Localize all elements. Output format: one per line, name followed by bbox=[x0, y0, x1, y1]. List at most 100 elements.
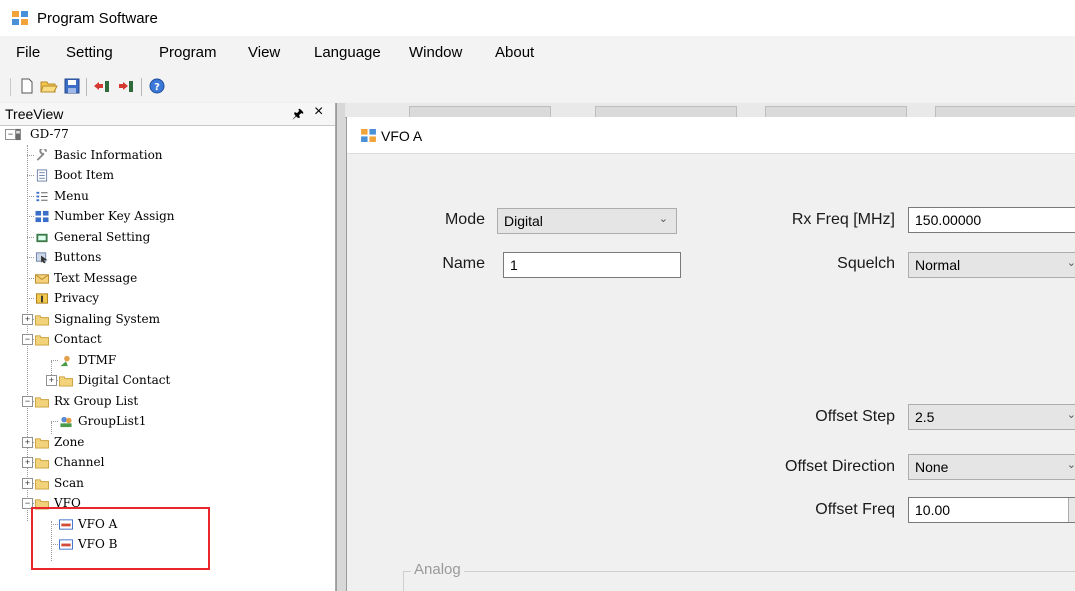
rx-freq-input[interactable]: 150.00000 bbox=[908, 207, 1075, 233]
toolbar-separator bbox=[86, 78, 87, 96]
document-tab[interactable] bbox=[935, 106, 1075, 117]
tree-node-channel[interactable]: Channel bbox=[34, 453, 104, 472]
tree-node-signaling-system[interactable]: Signaling System bbox=[34, 310, 160, 329]
expand-icon[interactable]: + bbox=[22, 457, 33, 468]
vfo-window-titlebar: VFO A bbox=[347, 117, 1075, 154]
offset-freq-value: 10.00 bbox=[915, 502, 951, 518]
tree-node-privacy[interactable]: Privacy bbox=[34, 289, 99, 308]
tree-node-label: General Setting bbox=[54, 229, 151, 244]
app-icon bbox=[12, 11, 28, 25]
chevron-down-icon: ⌄ bbox=[1066, 257, 1075, 269]
person-icon bbox=[60, 355, 70, 366]
tree-node-rx-group-list[interactable]: Rx Group List bbox=[34, 392, 138, 411]
tree-node-label: DTMF bbox=[78, 352, 117, 367]
tree-node-text-message[interactable]: Text Message bbox=[34, 269, 137, 288]
collapse-icon[interactable]: − bbox=[22, 334, 33, 345]
help-icon[interactable]: ? bbox=[148, 78, 166, 94]
menu-view[interactable]: View bbox=[248, 44, 280, 61]
squelch-value: Normal bbox=[915, 257, 961, 273]
tree-connector bbox=[27, 175, 34, 176]
title-bar: Program Software bbox=[0, 0, 1075, 36]
menu-list-icon bbox=[36, 191, 48, 201]
write-to-radio-icon[interactable] bbox=[117, 78, 135, 94]
menu-setting[interactable]: Setting bbox=[66, 44, 113, 61]
tree-view-panel: TreeView 🖈 × GD-77 − Basic Information Boot… bbox=[0, 103, 336, 591]
open-folder-icon[interactable] bbox=[40, 78, 58, 94]
vfo-form: Mode Digital ⌄ Name 1 Rx Freq [MHz] 150.… bbox=[347, 154, 1075, 591]
tree-node-gd-77[interactable]: GD-77 bbox=[10, 125, 69, 144]
menu-about[interactable]: About bbox=[495, 44, 534, 61]
tree-node-label: Channel bbox=[54, 455, 105, 469]
read-from-radio-icon[interactable] bbox=[93, 78, 111, 94]
tree-node-grouplist1[interactable]: GroupList1 bbox=[58, 412, 146, 431]
offset-freq-input[interactable]: 10.00 bbox=[908, 497, 1075, 523]
folder-icon bbox=[35, 458, 49, 469]
analog-group-border bbox=[403, 571, 404, 591]
tree-node-label: Scan bbox=[54, 475, 84, 490]
close-tree-button[interactable]: × bbox=[314, 103, 323, 121]
document-tab[interactable] bbox=[765, 106, 907, 117]
mode-label: Mode bbox=[444, 211, 485, 228]
menu-file[interactable]: File bbox=[16, 44, 40, 61]
menu-window[interactable]: Window bbox=[409, 44, 462, 61]
mode-select[interactable]: Digital ⌄ bbox=[497, 208, 677, 234]
offset-freq-label: Offset Freq bbox=[815, 501, 895, 518]
tree-node-scan[interactable]: Scan bbox=[34, 474, 84, 493]
expand-icon[interactable]: + bbox=[22, 436, 33, 448]
tree-node-boot-item[interactable]: Boot Item bbox=[34, 166, 114, 185]
name-value: 1 bbox=[510, 257, 518, 273]
offset-direction-select[interactable]: None ⌄ bbox=[908, 454, 1075, 480]
pin-icon[interactable]: 🖈 bbox=[292, 105, 304, 127]
envelope-icon bbox=[35, 273, 49, 284]
tree-node-label: Digital Contact bbox=[78, 373, 171, 387]
tree-node-zone[interactable]: Zone bbox=[34, 433, 84, 452]
document-tab[interactable] bbox=[409, 106, 551, 117]
new-file-icon[interactable] bbox=[18, 78, 36, 94]
tree-connector bbox=[51, 359, 58, 361]
collapse-icon[interactable]: − bbox=[22, 395, 33, 407]
highlight-box bbox=[31, 507, 210, 570]
tree-node-digital-contact[interactable]: Digital Contact bbox=[58, 371, 170, 390]
document-icon bbox=[36, 169, 48, 182]
expand-icon[interactable]: + bbox=[46, 375, 57, 386]
menu-language[interactable]: Language bbox=[314, 44, 381, 61]
collapse-icon[interactable]: − bbox=[5, 129, 16, 140]
menu-program[interactable]: Program bbox=[159, 44, 217, 61]
squelch-select[interactable]: Normal ⌄ bbox=[908, 252, 1075, 278]
folder-icon bbox=[35, 396, 49, 408]
tree-node-general-setting[interactable]: General Setting bbox=[34, 228, 150, 247]
toolbar-grip bbox=[10, 78, 11, 96]
filter-icon bbox=[35, 293, 49, 304]
tree-node-label: Signaling System bbox=[54, 311, 160, 326]
tree-node-buttons[interactable]: Buttons bbox=[34, 248, 101, 267]
vfo-window-title: VFO A bbox=[381, 128, 423, 144]
tree-connector bbox=[27, 236, 34, 238]
offset-step-select[interactable]: 2.5 ⌄ bbox=[908, 404, 1075, 430]
folder-icon bbox=[35, 437, 49, 449]
cursor-icon bbox=[35, 252, 48, 264]
tree-connector bbox=[27, 195, 34, 197]
document-tab[interactable] bbox=[595, 106, 737, 117]
tree-node-contact[interactable]: Contact bbox=[34, 330, 102, 349]
tree-node-menu[interactable]: Menu bbox=[34, 187, 89, 206]
save-icon[interactable] bbox=[63, 78, 81, 94]
group-icon bbox=[60, 416, 72, 428]
tree-node-dtmf[interactable]: DTMF bbox=[58, 351, 116, 370]
offset-step-label: Offset Step bbox=[815, 408, 895, 425]
analog-group-border bbox=[403, 571, 1075, 572]
expand-icon[interactable]: + bbox=[22, 313, 33, 325]
offset-freq-spinner[interactable] bbox=[1068, 498, 1075, 522]
expand-icon[interactable]: + bbox=[22, 477, 33, 489]
settings-icon bbox=[36, 233, 48, 242]
app-icon bbox=[361, 129, 376, 142]
offset-step-value: 2.5 bbox=[915, 409, 935, 425]
tree-connector bbox=[51, 421, 58, 422]
tree-node-basic-information[interactable]: Basic Information bbox=[34, 146, 163, 165]
name-input[interactable]: 1 bbox=[503, 252, 681, 278]
tree-view-title: TreeView bbox=[5, 106, 64, 122]
dock-splitter[interactable] bbox=[336, 103, 346, 591]
tree-node-label: Zone bbox=[54, 434, 85, 449]
tree-node-number-key-assign[interactable]: Number Key Assign bbox=[34, 207, 175, 226]
rx-freq-value: 150.00000 bbox=[915, 212, 982, 228]
folder-icon bbox=[35, 335, 49, 346]
